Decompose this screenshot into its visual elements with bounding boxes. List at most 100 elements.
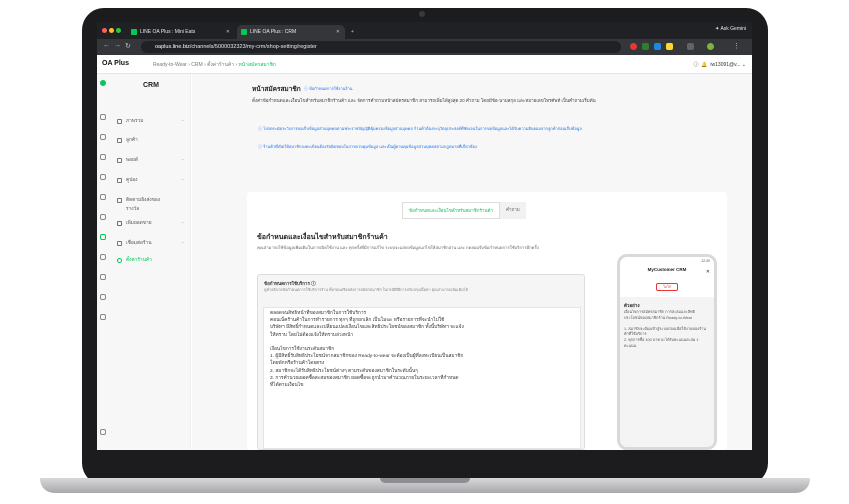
sidebar-item-label: รางวัล <box>126 207 140 212</box>
chevron-down-icon: ⌄ <box>181 117 185 122</box>
tab-questions[interactable]: คำถาม <box>500 202 526 219</box>
store-icon <box>117 240 122 246</box>
sidebar-item-coupons[interactable]: คูปอง <box>117 176 137 184</box>
app-logo[interactable]: OA Plus <box>102 60 129 67</box>
sidebar-item-shop-settings[interactable]: ตั้งค่าร้านค้า <box>117 256 152 264</box>
coupon-icon <box>117 177 122 183</box>
account-name: iw13091@v... <box>710 62 741 68</box>
sidepanel-icon[interactable] <box>687 43 694 50</box>
settings-tabs: ข้อกำหนดและเงื่อนไขสำหรับสมาชิกร้านค้า ค… <box>402 202 526 219</box>
sidebar-title: CRM <box>143 82 159 89</box>
minimize-window-button[interactable] <box>109 28 114 33</box>
controller-note: ⓘ ร้านค้าที่เปิดให้สมาชิกลงทะเบียนต้องรั… <box>252 144 692 150</box>
extension-icon[interactable] <box>654 43 661 50</box>
monitor-rail-icon[interactable] <box>100 274 106 280</box>
sidebar-item-label: พอยต์ <box>126 158 138 163</box>
extension-icon[interactable] <box>630 43 637 50</box>
close-tab-icon[interactable]: ✕ <box>336 29 340 35</box>
people-rail-icon[interactable] <box>100 134 106 140</box>
terms-label-text: ข้อกำหนดการใช้บริการ <box>264 281 310 286</box>
gemini-label: Ask Gemini <box>720 26 746 32</box>
shop-avatar-icon[interactable] <box>100 80 106 86</box>
preview-heading: ตัวอย่าง <box>624 303 640 308</box>
sidebar-item-store-connect[interactable]: เชื่อมต่อร้าน <box>117 239 151 247</box>
chevron-down-icon: ⌄ <box>181 219 185 224</box>
crm-rail-icon[interactable] <box>100 234 106 240</box>
sidebar-item-label: ลูกค้า <box>126 138 138 143</box>
breadcrumb-current: หน้าสมัครสมาชิก <box>238 62 276 68</box>
terms-textarea[interactable]: ตลอดจนสิทธิหน้าที่ของสมาชิกในการใช้บริกา… <box>263 307 581 449</box>
privacy-note-text: โปรดระมัดระวังการขอเก็บข้อมูลส่วนบุคคลตา… <box>263 126 582 131</box>
users-icon <box>117 137 122 143</box>
sidebar-item-label: เพิ่มยอดขาย <box>126 221 152 226</box>
settings-icon <box>117 257 122 263</box>
breadcrumb: Ready-to-Wear › CRM › ตั้งค่าร้านค้า › ห… <box>153 62 276 68</box>
sidebar-item-sales[interactable]: เพิ่มยอดขาย <box>117 219 152 227</box>
sidebar-item-shipping[interactable]: ติดตามยิงส่งของ <box>117 196 160 204</box>
chat-rail-icon[interactable] <box>100 174 106 180</box>
list-rail-icon[interactable] <box>100 214 106 220</box>
privacy-note: ⓘ โปรดระมัดระวังการขอเก็บข้อมูลส่วนบุคคล… <box>252 126 692 132</box>
shipping-icon <box>117 197 122 203</box>
breadcrumb-item[interactable]: Ready-to-Wear <box>153 62 187 68</box>
url-host: oaplus.line.biz <box>155 44 190 50</box>
tab-label: LINE OA Plus : CRM <box>250 29 297 35</box>
card-subtitle: คุณสามารถใช้ข้อมูลเพิ่มเติมในการเปิดใช้ง… <box>257 245 539 250</box>
coupon-rail-icon[interactable] <box>100 154 106 160</box>
close-icon: ✕ <box>705 269 710 275</box>
maximize-window-button[interactable] <box>116 28 121 33</box>
browser-toolbar: ← → ↻ oaplus.line.biz/channels/500003232… <box>97 39 752 55</box>
mobile-preview: 12:30 MyCustomer CRM ✕ โลโก้ ตัวอย่าง เง… <box>617 254 717 450</box>
page-description: ตั้งค่าข้อกำหนดและเงื่อนไขสำหรับสมาชิกร้… <box>252 98 596 103</box>
sidebar-item-label: ภาพรวม <box>126 119 144 124</box>
gemini-button[interactable]: ✦ Ask Gemini <box>715 26 746 32</box>
help-rail-icon[interactable] <box>100 429 106 435</box>
grid-rail-icon[interactable] <box>100 194 106 200</box>
terms-help-link[interactable]: ⓘ ข้อกำหนดการใช้งานร้าน <box>304 85 352 92</box>
phone-status: 12:30 <box>701 259 710 263</box>
back-icon[interactable]: ← <box>103 42 110 49</box>
chevron-down-icon: ⌄ <box>181 156 185 161</box>
reload-icon[interactable]: ↻ <box>125 42 131 50</box>
main-content: หน้าสมัครสมาชิก ⓘ ข้อกำหนดการใช้งานร้าน … <box>192 74 752 450</box>
sidebar-item-overview[interactable]: ภาพรวม <box>117 117 143 125</box>
new-tab-button[interactable]: + <box>347 25 359 39</box>
sales-icon <box>117 220 122 226</box>
points-icon <box>117 157 122 163</box>
terms-section: ข้อกำหนดการใช้บริการ ⓘ ดูคำอธิบายข้อกำหน… <box>257 274 585 450</box>
tab-terms[interactable]: ข้อกำหนดและเงื่อนไขสำหรับสมาชิกร้านค้า <box>402 202 501 219</box>
url-path: /channels/5000032323/my-crm/shop-setting… <box>189 44 317 50</box>
terms-hint: ดูคำอธิบายข้อกำหนดการใช้บริการร้าน ทั้งก… <box>264 288 469 292</box>
browser-tab-active[interactable]: LINE OA Plus : CRM ✕ <box>237 25 345 39</box>
preview-shop-name: MyCustomer CRM <box>647 267 687 272</box>
sidebar-item-customers[interactable]: ลูกค้า <box>117 136 138 144</box>
account-menu[interactable]: ⓘ 🔔 iw13091@v... ⌄ <box>694 61 746 68</box>
bag-rail-icon[interactable] <box>100 294 106 300</box>
sidebar: CRM ภาพรวม ⌄ ลูกค้า พอยต์ ⌄ คูปอง ⌄ ติดต… <box>97 74 191 450</box>
preview-text: เงื่อนไขการสมัครสมาชิก การสะสมและสิทธิปร… <box>624 310 706 348</box>
line-favicon-icon <box>241 29 247 35</box>
browser-tab[interactable]: LINE OA Plus : Mini Eats ✕ <box>127 25 235 39</box>
breadcrumb-item[interactable]: ตั้งค่าร้านค้า <box>207 62 234 68</box>
sidebar-item-label: เชื่อมต่อร้าน <box>126 241 152 246</box>
extension-icon[interactable] <box>666 43 673 50</box>
controller-note-text: ร้านค้าที่เปิดให้สมาชิกลงทะเบียนต้องรับผ… <box>263 144 477 149</box>
box-rail-icon[interactable] <box>100 254 106 260</box>
app-header: OA Plus Ready-to-Wear › CRM › ตั้งค่าร้า… <box>97 55 752 74</box>
breadcrumb-item[interactable]: CRM <box>191 62 202 68</box>
profile-icon[interactable] <box>707 43 714 50</box>
forward-icon[interactable]: → <box>114 42 121 49</box>
close-tab-icon[interactable]: ✕ <box>226 29 230 35</box>
sidebar-item-points[interactable]: พอยต์ <box>117 156 138 164</box>
sidebar-item-rewards[interactable]: รางวัล <box>117 205 139 213</box>
menu-icon[interactable]: ⋮ <box>733 42 740 50</box>
extension-icon[interactable] <box>642 43 649 50</box>
sidebar-item-label: คูปอง <box>126 178 138 183</box>
terms-help-label: ข้อกำหนดการใช้งานร้าน <box>309 86 353 91</box>
home-rail-icon[interactable] <box>100 114 106 120</box>
close-window-button[interactable] <box>102 28 107 33</box>
page-title: หน้าสมัครสมาชิก <box>252 86 301 93</box>
gear-rail-icon[interactable] <box>100 314 106 320</box>
address-bar[interactable]: oaplus.line.biz/channels/5000032323/my-c… <box>141 41 621 53</box>
screen: LINE OA Plus : Mini Eats ✕ LINE OA Plus … <box>97 22 752 450</box>
